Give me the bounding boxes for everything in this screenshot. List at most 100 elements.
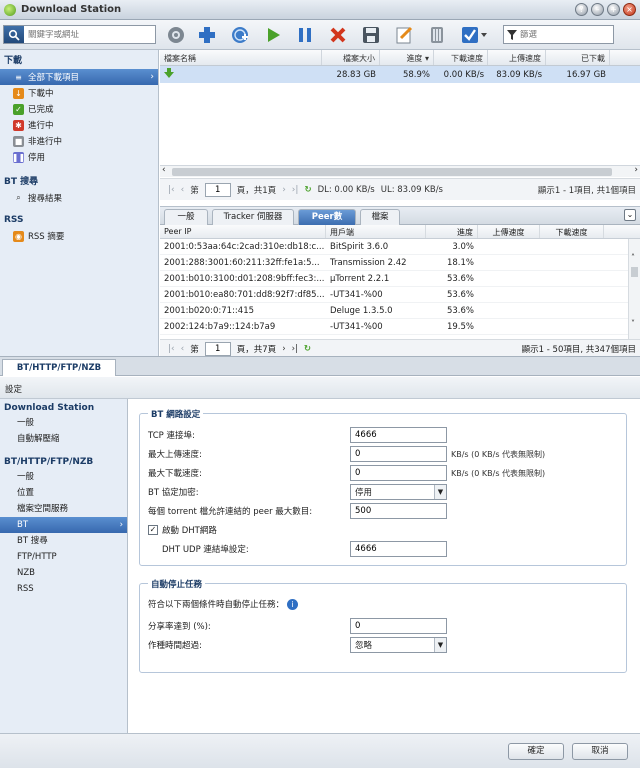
table-row[interactable]: 28.83 GB 58.9% 0.00 KB/s 83.09 KB/s 16.9… [160,66,640,83]
dht-checkbox[interactable]: ✓ [148,525,158,535]
tcp-port-input[interactable] [350,427,447,443]
column-header[interactable]: 已下載 [546,50,610,65]
vertical-scrollbar[interactable]: ˄ ˅ [628,239,640,339]
scroll-up-icon[interactable]: ˄ [631,253,635,262]
column-header[interactable]: 下載速度 [434,50,488,65]
info-icon[interactable]: i [287,598,299,610]
sidebar-item-all[interactable]: ≡ 全部下載項目 › [0,69,158,85]
scroll-thumb[interactable] [172,168,612,176]
auto-stop-desc: 符合以下兩個條件時自動停止任務： [148,600,285,610]
peer-row[interactable]: 2001:b020:0:71::415 Deluge 1.3.5.0 53.6% [160,303,640,319]
close-icon[interactable]: × [623,3,636,16]
last-page-icon[interactable]: ›| [292,185,299,195]
next-page-icon[interactable]: › [282,185,286,195]
page-number-input[interactable] [204,341,231,356]
ok-button[interactable]: 確定 [508,743,564,760]
sidebar-item-rss[interactable]: ◉ RSS 摘要 [0,228,158,244]
sidebar-item-completed[interactable]: ✓ 已完成 [0,101,158,117]
prev-page-icon[interactable]: ‹ [181,344,185,354]
encryption-select[interactable]: 停用 ▼ [350,484,447,500]
column-header[interactable]: 用戶端 [326,225,426,238]
settings-item-bt-general[interactable]: 一般 [0,469,127,485]
column-header[interactable]: 進度 [426,225,478,238]
peer-row[interactable]: 2001:b010:ea80:701:dd8:92f7:df85... -UT3… [160,287,640,303]
peer-row[interactable]: 2001:0:53aa:64c:2cad:310e:db18:c... BitS… [160,239,640,255]
prev-page-icon[interactable]: ‹ [181,185,185,195]
scroll-left-icon[interactable]: ‹ [162,165,166,175]
tab-peers[interactable]: Peer數 [298,209,356,225]
search-icon[interactable] [4,26,24,43]
resume-icon[interactable] [262,24,284,46]
chevron-down-icon[interactable]: ▼ [434,638,446,652]
clear-completed-icon[interactable] [426,24,448,46]
minimize-icon[interactable]: – [591,3,604,16]
sidebar-item-label: 已完成 [28,105,54,115]
settings-item-nzb[interactable]: NZB [0,565,127,581]
settings-item-location[interactable]: 位置 [0,485,127,501]
filter-box[interactable] [503,25,614,44]
filter-input[interactable] [520,29,610,40]
add-url-icon[interactable] [229,24,251,46]
settings-item-rss[interactable]: RSS [0,581,127,597]
peer-row[interactable]: 2001:b010:3100:d01:208:9bff:fec3:... µTo… [160,271,640,287]
tab-bt-http-ftp-nzb[interactable]: BT/HTTP/FTP/NZB [2,359,116,376]
max-peer-input[interactable] [350,503,447,519]
peer-row[interactable]: 2001:288:3001:60:211:32ff:fe1a:5... Tran… [160,255,640,271]
max-upload-input[interactable] [350,446,447,462]
encryption-row: BT 協定加密: 停用 ▼ [148,484,447,500]
help-icon[interactable]: ? [575,3,588,16]
column-header[interactable]: 上傳速度 [478,225,540,238]
add-icon[interactable] [196,24,218,46]
sidebar-item-active[interactable]: ✱ 進行中 [0,117,158,133]
collapse-icon[interactable]: ⌄ [624,209,636,221]
maximize-icon[interactable]: + [607,3,620,16]
tab-tracker[interactable]: Tracker 伺服器 [212,209,294,225]
peer-row[interactable]: 2002:124:b7a9::124:b7a9 -UT341-%00 19.5% [160,319,640,335]
column-header[interactable]: 進度 ▾ [380,50,434,65]
horizontal-scrollbar[interactable]: ‹ › [160,165,640,177]
column-header[interactable]: 上傳速度 [488,50,546,65]
cancel-button[interactable]: 取消 [572,743,628,760]
select-menu-icon[interactable] [460,24,490,46]
settings-gear-icon[interactable] [165,24,187,46]
search-box[interactable] [3,25,156,44]
refresh-icon[interactable]: ↻ [304,185,311,195]
settings-main: BT 網路設定 TCP 連接埠: 最大上傳速度: KB/s (0 KB/s 代表… [129,399,640,733]
title-bar: Download Station ? – + × [0,0,640,20]
scroll-right-icon[interactable]: › [634,165,638,175]
sidebar-item-inactive[interactable]: ■ 非進行中 [0,133,158,149]
first-page-icon[interactable]: |‹ [168,344,175,354]
column-header[interactable]: 下載速度 [540,225,604,238]
seed-time-select[interactable]: 忽略 ▼ [350,637,447,653]
settings-item-general[interactable]: 一般 [0,415,127,431]
sidebar-item-search-results[interactable]: ⌕ 搜尋結果 [0,190,158,206]
refresh-icon[interactable]: ↻ [304,344,311,354]
settings-item-bt[interactable]: BT › [0,517,127,533]
last-page-icon[interactable]: ›| [292,344,298,354]
edit-icon[interactable] [393,24,415,46]
sidebar-item-paused[interactable]: ❚❚ 停用 [0,149,158,165]
share-ratio-input[interactable] [350,618,447,634]
settings-item-auto-extract[interactable]: 自動解壓縮 [0,431,127,447]
search-input[interactable] [24,29,155,40]
first-page-icon[interactable]: |‹ [168,185,175,195]
tab-files[interactable]: 檔案 [360,209,400,225]
settings-item-file-hosting[interactable]: 檔案空間服務 [0,501,127,517]
tab-general[interactable]: 一般 [164,209,208,225]
save-icon[interactable] [360,24,382,46]
page-number-input[interactable] [204,182,231,197]
dht-port-input[interactable] [350,541,447,557]
sidebar-item-downloading[interactable]: ↓ 下載中 [0,85,158,101]
next-page-icon[interactable]: › [282,344,285,354]
chevron-down-icon[interactable]: ▼ [434,485,446,499]
column-header[interactable]: Peer IP [160,225,326,238]
pause-icon[interactable] [294,24,316,46]
scroll-thumb[interactable] [631,267,638,277]
column-header[interactable]: 檔案大小 [322,50,380,65]
scroll-down-icon[interactable]: ˅ [631,319,635,328]
column-header[interactable]: 檔案名稱 [160,50,322,65]
settings-item-ftp-http[interactable]: FTP/HTTP [0,549,127,565]
max-download-input[interactable] [350,465,447,481]
settings-item-bt-search[interactable]: BT 搜尋 [0,533,127,549]
delete-icon[interactable] [327,24,349,46]
